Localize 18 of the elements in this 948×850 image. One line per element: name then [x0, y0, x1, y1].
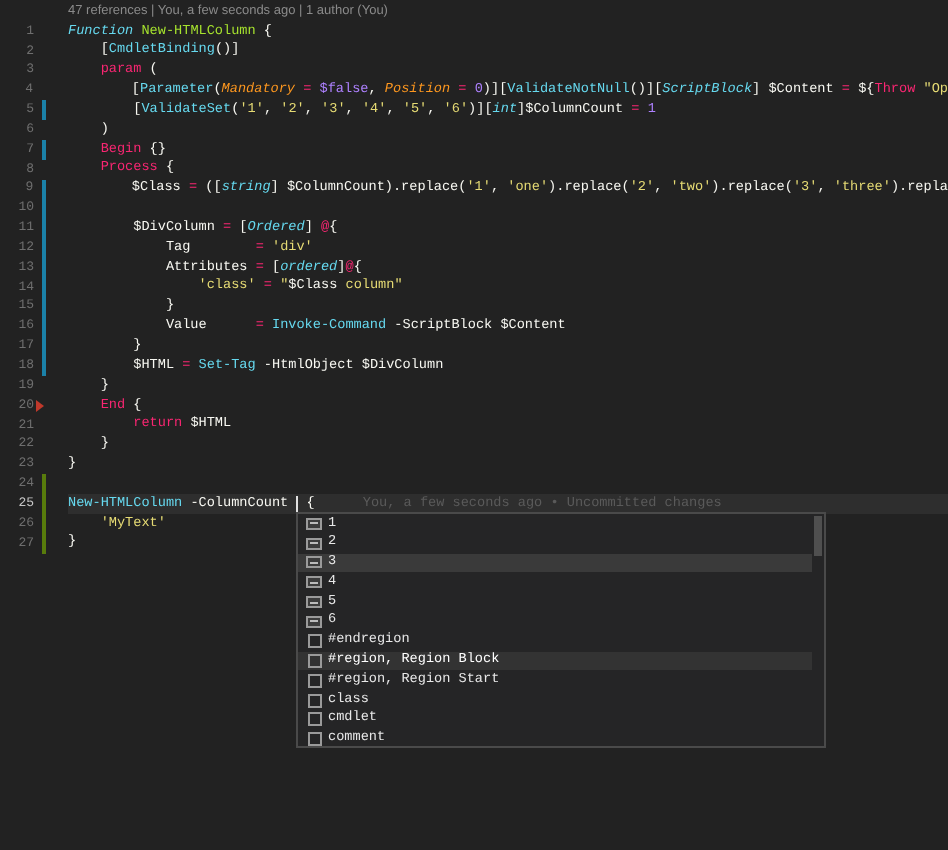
change-marker[interactable]: [42, 356, 46, 377]
change-marker[interactable]: [42, 100, 46, 121]
scrollbar-thumb[interactable]: [814, 516, 822, 556]
change-marker[interactable]: [42, 474, 46, 495]
change-marker[interactable]: [42, 238, 46, 259]
change-marker[interactable]: [42, 258, 46, 278]
change-marker[interactable]: [42, 317, 46, 337]
change-marker[interactable]: [42, 297, 46, 318]
change-marker[interactable]: [42, 533, 46, 554]
change-marker[interactable]: [42, 140, 46, 160]
change-marker[interactable]: [42, 337, 46, 357]
change-marker[interactable]: [42, 514, 46, 534]
change-marker[interactable]: [42, 277, 46, 298]
change-marker[interactable]: [42, 199, 46, 219]
change-marker[interactable]: [42, 218, 46, 239]
deleted-marker[interactable]: [36, 399, 44, 412]
change-marker[interactable]: [41, 179, 46, 200]
change-marker[interactable]: [42, 494, 46, 515]
